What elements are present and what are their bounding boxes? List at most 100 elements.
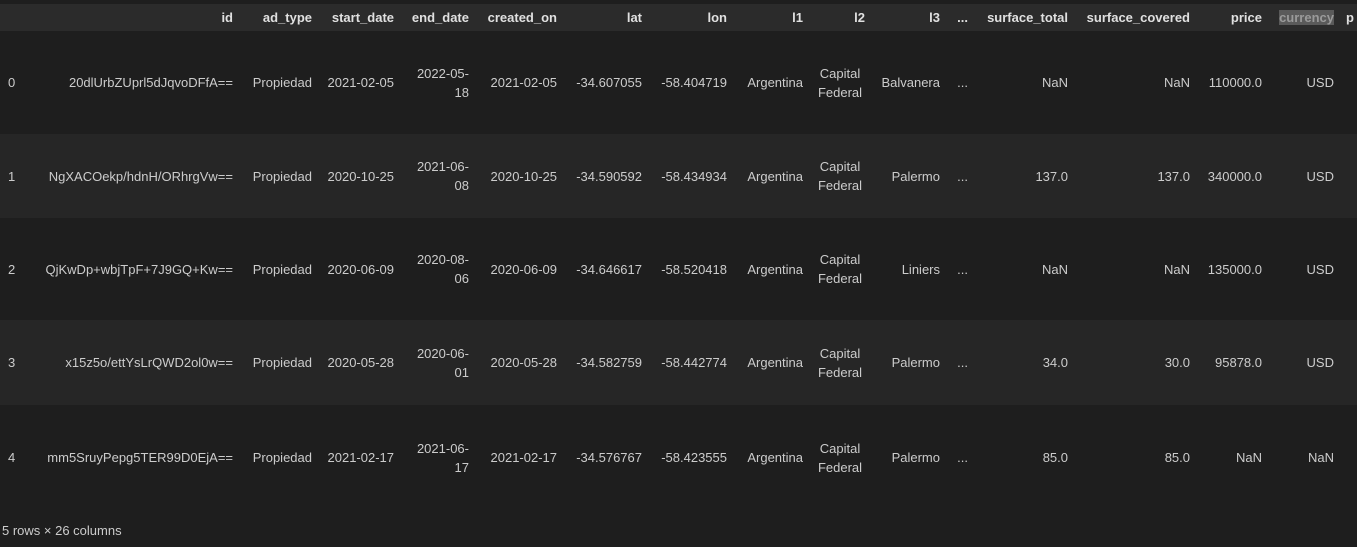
column-header-price: price xyxy=(1198,4,1270,31)
table-cell: Propiedad xyxy=(252,75,312,90)
column-header-created_on: created_on xyxy=(477,4,565,31)
table-cell: -58.520418 xyxy=(661,261,727,277)
table-cell: USD xyxy=(1306,261,1334,277)
table-cell: 2021-02-05 xyxy=(327,75,395,90)
table-row: 2 QjKwDp+wbjTpF+7J9GQ+Kw== Propiedad 2020-0… xyxy=(0,218,1357,320)
table-cell: USD xyxy=(1306,355,1334,370)
column-header-start_date: start_date xyxy=(320,4,402,31)
table-cell xyxy=(1342,218,1357,320)
column-header-label: id xyxy=(221,10,233,25)
table-cell: 2020-10-25 xyxy=(327,168,395,184)
column-header-l2: l2 xyxy=(811,4,873,31)
table-row: 3 x15z5o/ettYsLrQWD2ol0w== Propiedad 2020-0… xyxy=(0,320,1357,405)
column-header-label: l3 xyxy=(929,10,940,25)
column-header-label: surface_total xyxy=(987,10,1068,25)
table-cell: -34.607055 xyxy=(576,75,642,90)
table-cell: Capital Federal xyxy=(817,159,863,193)
table-cell: 137.0 xyxy=(1035,168,1068,184)
table-cell: NaN xyxy=(1235,450,1262,465)
table-cell: ... xyxy=(957,75,968,90)
table-cell xyxy=(1342,31,1357,134)
table-cell: 2022-05-18 xyxy=(416,65,469,100)
column-header-label: end_date xyxy=(411,10,469,25)
table-row: 1 NgXACOekp/hdnH/ORhrgVw== Propiedad 2020-1… xyxy=(0,134,1357,218)
column-header-label: start_date xyxy=(331,10,394,25)
table-cell: Argentina xyxy=(747,261,803,277)
column-header-label: lon xyxy=(707,10,728,25)
table-cell: Argentina xyxy=(747,75,803,90)
row-index: 1 xyxy=(8,168,16,184)
table-cell: Palermo xyxy=(891,168,940,184)
table-row: 0 20dlUrbZUprl5dJqvoDFfA== Propiedad 2021-0… xyxy=(0,31,1357,134)
table-cell: 2021-06-08 xyxy=(416,159,469,193)
table-cell: Propiedad xyxy=(252,261,312,277)
table-cell: -58.423555 xyxy=(661,450,727,465)
table-cell: NaN xyxy=(1041,261,1068,277)
table-cell: ... xyxy=(957,355,968,370)
table-cell: Capital Federal xyxy=(817,252,863,286)
column-header-l3: l3 xyxy=(873,4,948,31)
table-cell: 2020-10-25 xyxy=(490,168,558,184)
column-header-label: lat xyxy=(626,10,642,25)
column-header-label: price xyxy=(1230,10,1262,25)
column-header-label: currency xyxy=(1279,10,1334,25)
table-cell: 2021-02-05 xyxy=(490,75,558,90)
table-cell: 2020-05-28 xyxy=(490,355,558,370)
table-cell: 2021-02-17 xyxy=(490,450,558,465)
column-header-currency: currency xyxy=(1270,4,1342,31)
row-index: 4 xyxy=(8,450,16,465)
column-header-lon: lon xyxy=(650,4,735,31)
column-header-ellipsis: ... xyxy=(948,4,976,31)
column-header-id: id xyxy=(25,4,241,31)
table-cell: NaN xyxy=(1041,75,1068,90)
table-cell: 85.0 xyxy=(1164,450,1190,465)
table-cell: -34.576767 xyxy=(576,450,642,465)
table-cell: -34.590592 xyxy=(576,168,642,184)
table-cell: 340000.0 xyxy=(1207,168,1262,184)
table-cell: NaN xyxy=(1307,450,1334,465)
table-cell: USD xyxy=(1306,168,1334,184)
column-header-surface_covered: surface_covered xyxy=(1076,4,1198,31)
table-cell: -58.434934 xyxy=(661,168,727,184)
table-cell: -58.404719 xyxy=(661,75,727,90)
table-cell: Balvanera xyxy=(881,75,940,90)
table-cell: Argentina xyxy=(747,168,803,184)
table-cell: Capital Federal xyxy=(817,65,863,100)
column-header-ad_type: ad_type xyxy=(241,4,320,31)
table-cell: NaN xyxy=(1163,261,1190,277)
column-header-end_date: end_date xyxy=(402,4,477,31)
table-cell: NgXACOekp/hdnH/ORhrgVw== xyxy=(48,168,233,184)
column-header-label: l1 xyxy=(792,10,803,25)
table-cell: 2020-06-01 xyxy=(416,345,469,380)
table-cell: Argentina xyxy=(747,355,803,370)
table-cell: ... xyxy=(957,168,968,184)
table-cell: Palermo xyxy=(891,355,940,370)
table-cell: 34.0 xyxy=(1042,355,1068,370)
table-cell: 2021-06-17 xyxy=(416,440,469,475)
row-index: 3 xyxy=(8,355,16,370)
table-cell xyxy=(1342,134,1357,218)
table-cell: ... xyxy=(957,261,968,277)
table-cell: Propiedad xyxy=(252,450,312,465)
table-cell: 2020-06-09 xyxy=(490,261,558,277)
row-index: 2 xyxy=(8,261,16,277)
column-header-label: p xyxy=(1346,10,1354,25)
table-cell xyxy=(1342,405,1357,510)
table-cell: 30.0 xyxy=(1164,355,1190,370)
table-cell: NaN xyxy=(1163,75,1190,90)
table-cell: 95878.0 xyxy=(1215,355,1262,370)
table-cell: -34.582759 xyxy=(576,355,642,370)
dataframe-shape-summary: 5 rows × 26 columns xyxy=(2,523,122,538)
table-cell: 137.0 xyxy=(1157,168,1190,184)
table-row: 4 mm5SruyPepg5TER99D0EjA== Propiedad 2021-0… xyxy=(0,405,1357,510)
table-cell: 135000.0 xyxy=(1207,261,1262,277)
table-cell: USD xyxy=(1306,75,1334,90)
column-header-label: surface_covered xyxy=(1086,10,1190,25)
table-cell: 110000.0 xyxy=(1208,75,1262,90)
dataframe-output: id ad_type start_date end_date created_on lat… xyxy=(0,4,1357,510)
column-header-l1: l1 xyxy=(735,4,811,31)
table-cell: ... xyxy=(957,450,968,465)
table-cell: 2020-08-06 xyxy=(416,252,469,286)
table-cell: 2020-06-09 xyxy=(327,261,395,277)
table-cell: Palermo xyxy=(891,450,940,465)
